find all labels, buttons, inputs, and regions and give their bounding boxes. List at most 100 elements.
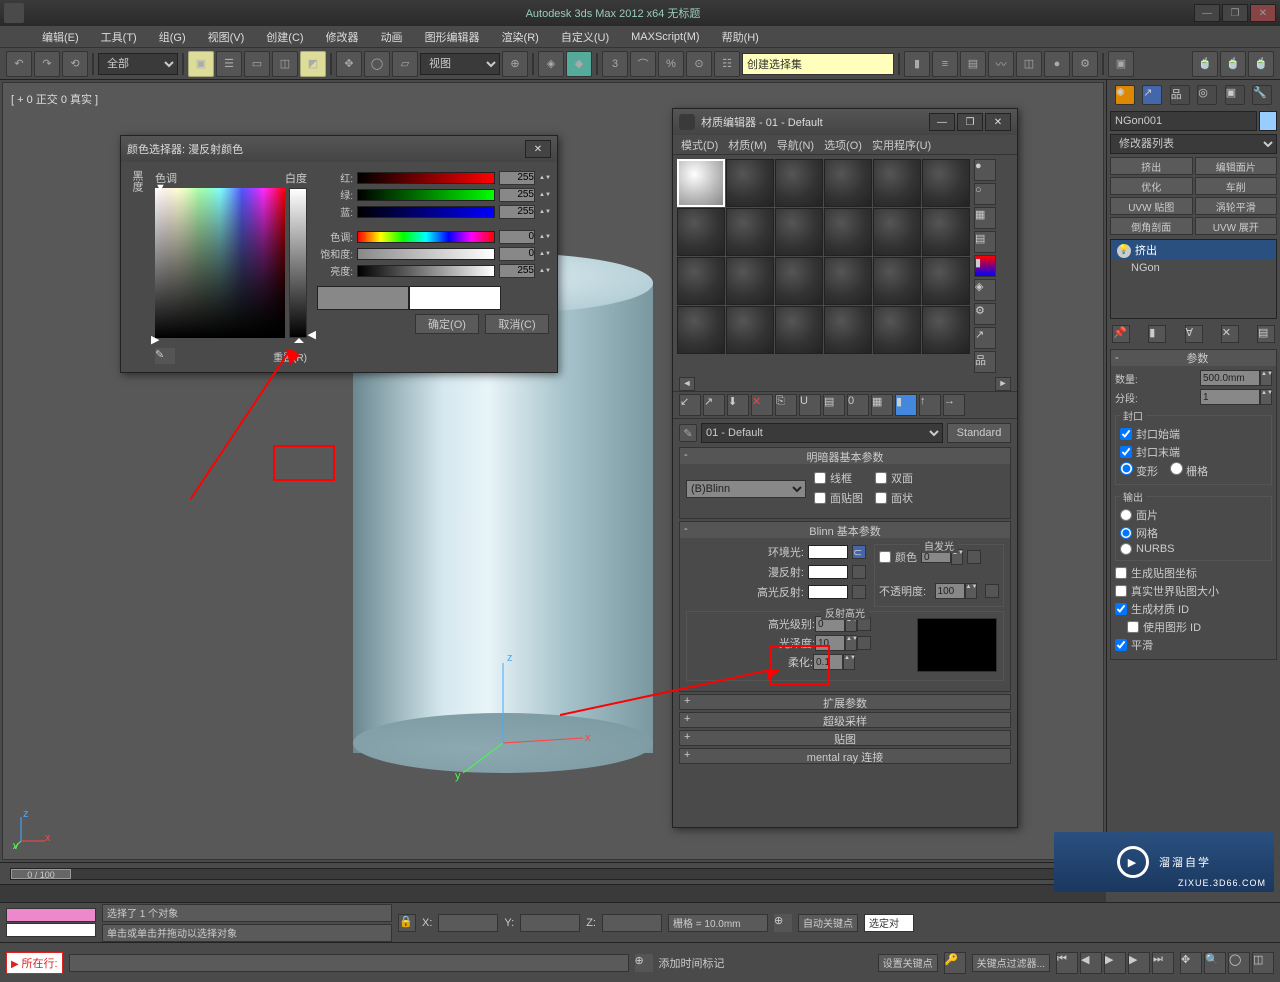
mat-menu-material[interactable]: 材质(M): [728, 137, 767, 153]
goto-start-button[interactable]: ⏮: [1056, 952, 1078, 974]
amount-input[interactable]: [1200, 370, 1260, 386]
teapot3-icon[interactable]: 🍵: [1248, 51, 1274, 77]
reset-button[interactable]: ✕: [751, 394, 773, 416]
addtime-icon[interactable]: ⊕: [635, 954, 653, 972]
render-setup-button[interactable]: ⚙: [1072, 51, 1098, 77]
material-slot[interactable]: [824, 306, 872, 354]
make-copy-button[interactable]: ⎘: [775, 394, 797, 416]
specular-map-button[interactable]: [852, 585, 866, 599]
go-forward-button[interactable]: →: [943, 394, 965, 416]
params-rollout-header[interactable]: -参数: [1111, 350, 1276, 366]
shader-basic-rollout[interactable]: -明暗器基本参数: [680, 448, 1010, 464]
modbtn-uvwmap[interactable]: UVW 贴图: [1110, 197, 1193, 215]
autokey-button[interactable]: 自动关键点: [798, 914, 858, 932]
color-ok-button[interactable]: 确定(O): [415, 314, 479, 334]
maximize-button[interactable]: ❐: [1222, 4, 1248, 22]
menu-views[interactable]: 视图(V): [204, 27, 249, 47]
material-slot[interactable]: [726, 159, 774, 207]
z-input[interactable]: [602, 914, 662, 932]
material-slot[interactable]: [726, 208, 774, 256]
mat-minimize-button[interactable]: —: [929, 113, 955, 131]
selection-set-input[interactable]: [742, 53, 894, 75]
go-parent-button[interactable]: ↑: [919, 394, 941, 416]
background-button[interactable]: ▦: [974, 207, 996, 229]
scale-button[interactable]: ▱: [392, 51, 418, 77]
material-id-button[interactable]: 0: [847, 394, 869, 416]
snap-3d-button[interactable]: 3: [602, 51, 628, 77]
material-slot[interactable]: [775, 159, 823, 207]
red-input[interactable]: [499, 171, 535, 185]
nav-pan-button[interactable]: ✥: [1180, 952, 1202, 974]
object-color-swatch[interactable]: [1259, 111, 1277, 131]
menu-help[interactable]: 帮助(H): [718, 27, 763, 47]
align-button[interactable]: ≡: [932, 51, 958, 77]
material-slot[interactable]: [775, 257, 823, 305]
modbtn-bevelprofile[interactable]: 倒角剖面: [1110, 217, 1193, 235]
curve-editor-button[interactable]: 〰: [988, 51, 1014, 77]
mat-menu-nav[interactable]: 导航(N): [777, 137, 814, 153]
material-slot[interactable]: [677, 208, 725, 256]
modbtn-extrude[interactable]: 挤出: [1110, 157, 1193, 175]
material-slot[interactable]: [922, 159, 970, 207]
material-slot[interactable]: [775, 306, 823, 354]
amount-spinner[interactable]: ▲▼: [1260, 370, 1272, 386]
material-slot[interactable]: [922, 306, 970, 354]
time-slider[interactable]: 0 / 100: [10, 868, 1096, 880]
close-button[interactable]: ✕: [1250, 4, 1276, 22]
next-frame-button[interactable]: ▶: [1128, 952, 1150, 974]
motion-tab-icon[interactable]: ◎: [1197, 85, 1217, 105]
color-close-button[interactable]: ✕: [525, 140, 551, 158]
selfillum-map-button[interactable]: [967, 550, 981, 564]
material-slot[interactable]: [677, 257, 725, 305]
hierarchy-tab-icon[interactable]: 品: [1170, 85, 1190, 105]
select-by-mat-button[interactable]: ↗: [974, 327, 996, 349]
patch-radio[interactable]: [1120, 509, 1132, 521]
move-button[interactable]: ✥: [336, 51, 362, 77]
teapot1-icon[interactable]: 🍵: [1192, 51, 1218, 77]
options-button[interactable]: ⚙: [974, 303, 996, 325]
teapot2-icon[interactable]: 🍵: [1220, 51, 1246, 77]
backlight-button[interactable]: ○: [974, 183, 996, 205]
minilistener-icon[interactable]: [6, 908, 96, 937]
y-input[interactable]: [520, 914, 580, 932]
select-window-button[interactable]: ◫: [272, 51, 298, 77]
track-bar[interactable]: [0, 884, 1106, 902]
selected-obj-input[interactable]: [864, 914, 914, 932]
utilities-tab-icon[interactable]: 🔧: [1252, 85, 1272, 105]
select-crossing-button[interactable]: ◩: [300, 51, 326, 77]
menu-group[interactable]: 组(G): [155, 27, 190, 47]
grid-radio[interactable]: [1170, 462, 1183, 475]
remove-mod-button[interactable]: ✕: [1221, 325, 1239, 343]
cap-end-check[interactable]: [1120, 446, 1132, 458]
scroll-right-button[interactable]: ►: [995, 377, 1011, 391]
mentalray-rollout[interactable]: +mental ray 连接: [679, 748, 1011, 764]
color-gradient-picker[interactable]: ▼ ▶: [155, 188, 285, 338]
segments-spinner[interactable]: ▲▼: [1260, 389, 1272, 405]
mat-menu-mode[interactable]: 模式(D): [681, 137, 718, 153]
facemap-check[interactable]: [814, 492, 826, 504]
diffuse-map-button[interactable]: [852, 565, 866, 579]
menu-customize[interactable]: 自定义(U): [557, 27, 613, 47]
assign-button[interactable]: ⬇: [727, 394, 749, 416]
selfillum-color-check[interactable]: [879, 551, 891, 563]
smooth-check[interactable]: [1115, 639, 1127, 651]
color-cancel-button[interactable]: 取消(C): [485, 314, 549, 334]
val-slider[interactable]: [357, 265, 495, 277]
blue-slider[interactable]: [357, 206, 495, 218]
extended-params-rollout[interactable]: +扩展参数: [679, 694, 1011, 710]
modbtn-uvwunwrap[interactable]: UVW 展开: [1195, 217, 1278, 235]
rotate-button[interactable]: ◯: [364, 51, 390, 77]
material-slot[interactable]: [922, 208, 970, 256]
green-input[interactable]: [499, 188, 535, 202]
menu-create[interactable]: 创建(C): [262, 27, 307, 47]
mesh-radio[interactable]: [1120, 527, 1132, 539]
create-tab-icon[interactable]: ✺: [1115, 85, 1135, 105]
hue-input[interactable]: [499, 230, 535, 244]
percent-snap-button[interactable]: %: [658, 51, 684, 77]
make-unique-button[interactable]: U: [799, 394, 821, 416]
morph-radio[interactable]: [1120, 462, 1133, 475]
modbtn-optimize[interactable]: 优化: [1110, 177, 1193, 195]
menu-animation[interactable]: 动画: [377, 27, 407, 47]
twosided-check[interactable]: [875, 472, 887, 484]
show-end-button[interactable]: ▮: [1148, 325, 1166, 343]
